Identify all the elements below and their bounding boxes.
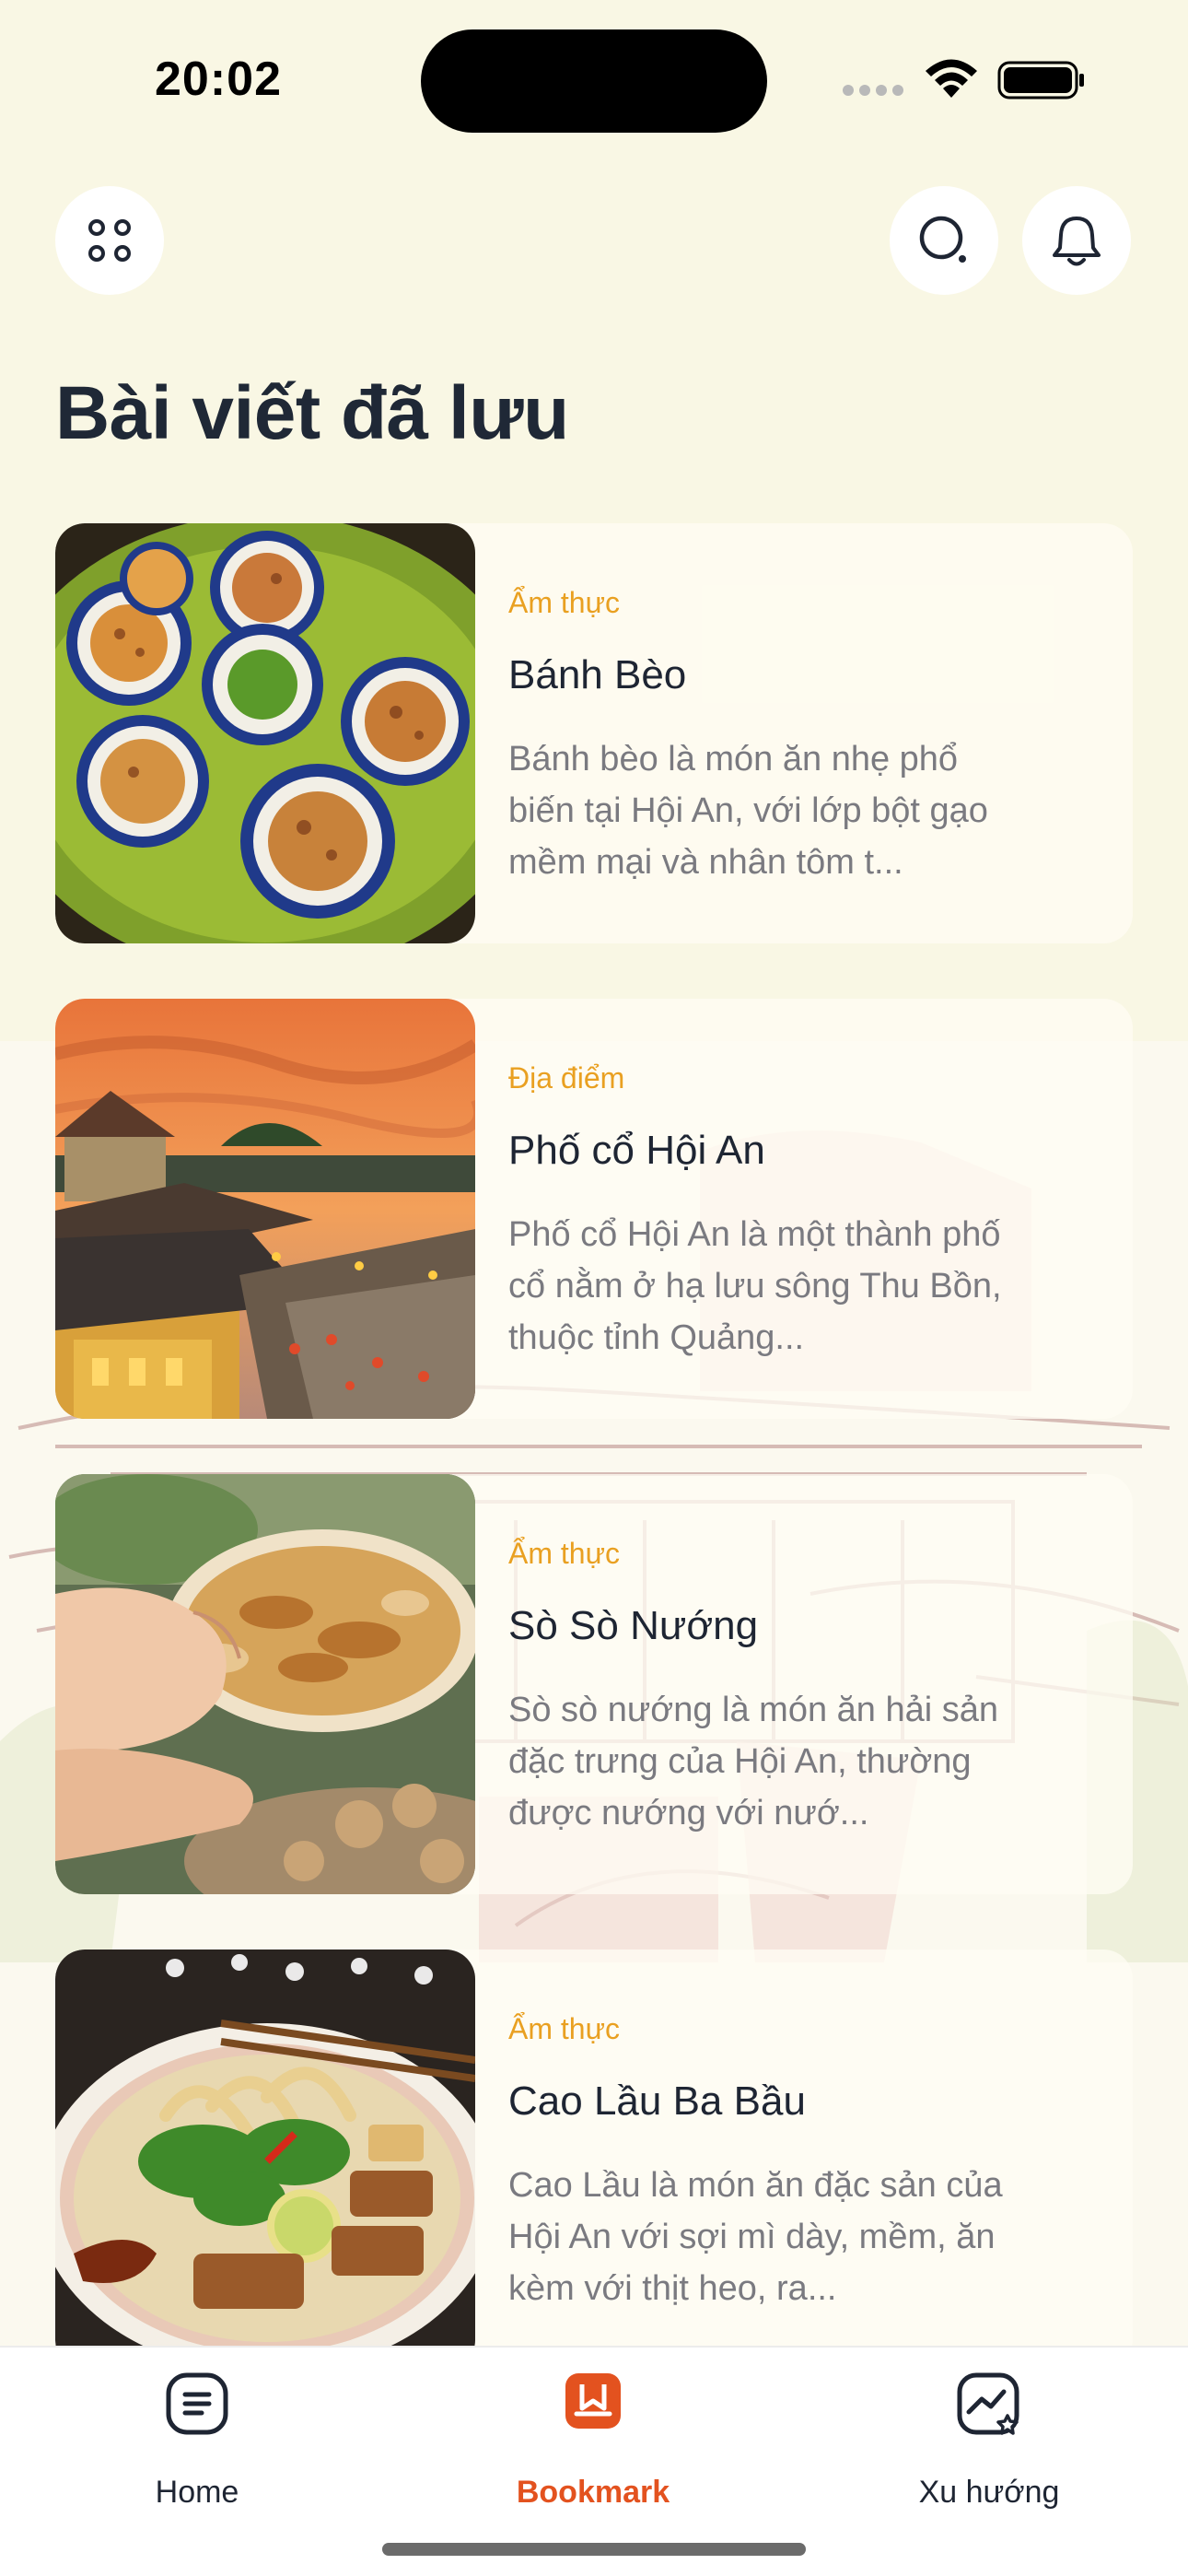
dynamic-island	[421, 29, 767, 133]
tab-label: Xu hướng	[918, 2475, 1060, 2510]
hoi-an-old-town-image	[55, 999, 475, 1419]
bookmark-icon	[565, 2373, 621, 2429]
article-title: Bánh Bèo	[508, 652, 687, 697]
cellular-signal-icon	[843, 85, 903, 98]
menu-button[interactable]	[55, 186, 164, 295]
tab-bar: Home Bookmark Xu hướng	[0, 2346, 1188, 2576]
grid-dots-icon	[88, 219, 131, 262]
tab-label: Bookmark	[516, 2475, 670, 2510]
search-button[interactable]	[890, 186, 998, 295]
cao-lau-image	[55, 1950, 475, 2370]
tab-home[interactable]: Home	[59, 2348, 335, 2532]
tab-trending[interactable]: Xu hướng	[851, 2348, 1127, 2532]
article-description: Bánh bèo là món ăn nhẹ phổ biến tại Hội …	[508, 740, 988, 882]
banh-beo-image	[55, 523, 475, 943]
page-title: Bài viết đã lưu	[55, 371, 569, 455]
bell-icon	[1053, 217, 1101, 266]
status-time: 20:02	[155, 53, 282, 106]
status-bar: 20:02	[0, 0, 1188, 157]
article-category: Ẩm thực	[508, 586, 620, 619]
article-card[interactable]: Địa điểm Phố cổ Hội An Phố cổ Hội An là …	[55, 999, 1133, 1419]
article-category: Ẩm thực	[508, 1537, 620, 1570]
article-card[interactable]: Ẩm thực Cao Lầu Ba Bầu Cao Lầu là món ăn…	[55, 1950, 1133, 2370]
tab-bookmark[interactable]: Bookmark	[455, 2348, 731, 2532]
article-card[interactable]: Ẩm thực Bánh Bèo Bánh bèo là món ăn nhẹ …	[55, 523, 1133, 943]
battery-icon	[997, 61, 1084, 100]
notifications-button[interactable]	[1022, 186, 1131, 295]
wifi-icon	[926, 59, 977, 98]
tab-label: Home	[155, 2475, 239, 2510]
home-icon	[166, 2372, 228, 2435]
article-category: Ẩm thực	[508, 2012, 620, 2045]
article-category: Địa điểm	[508, 1061, 625, 1095]
article-description: Sò sò nướng là món ăn hải sản đặc trưng …	[508, 1691, 999, 1832]
article-title: Phố cổ Hội An	[508, 1128, 765, 1173]
home-indicator	[382, 2543, 806, 2556]
article-title: Cao Lầu Ba Bầu	[508, 2078, 806, 2124]
trending-icon	[957, 2372, 1019, 2435]
article-card[interactable]: Ẩm thực Sò Sò Nướng Sò sò nướng là món ă…	[55, 1474, 1133, 1894]
article-title: Sò Sò Nướng	[508, 1603, 759, 1648]
article-description: Cao Lầu là món ăn đặc sản của Hội An với…	[508, 2166, 1003, 2308]
article-description: Phố cổ Hội An là một thành phố cổ nằm ở …	[508, 1215, 1002, 1357]
so-so-nuong-image	[55, 1474, 475, 1894]
search-icon	[919, 216, 966, 263]
